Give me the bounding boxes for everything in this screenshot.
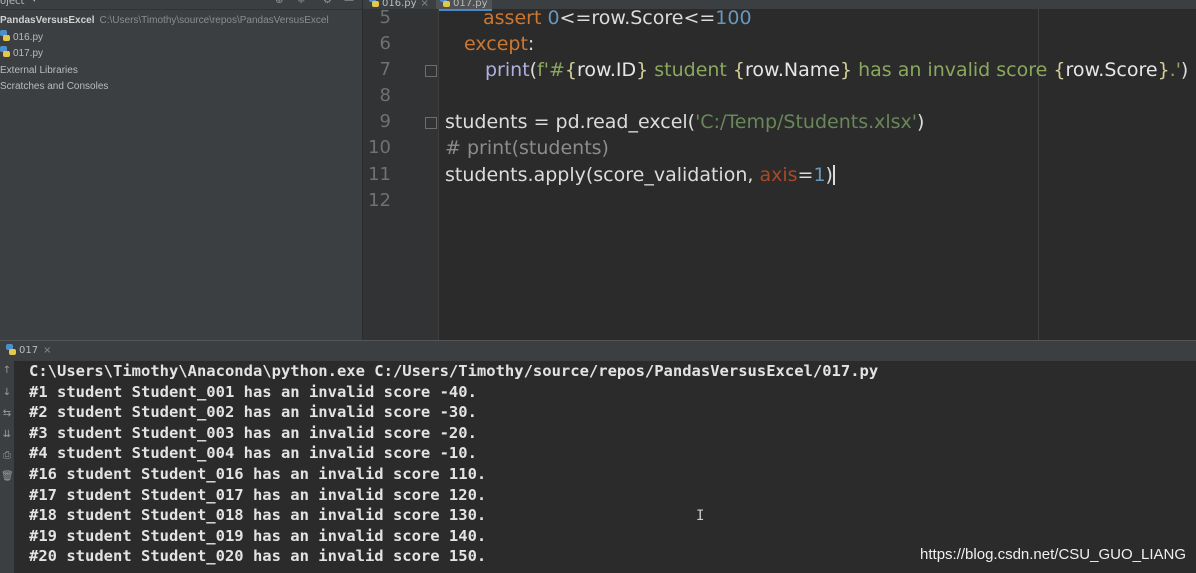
editor: 016.py × 017.py 5 assert 0<=row.Score<=10…	[363, 0, 1196, 340]
code-line-5: 5 assert 0<=row.Score<=100	[363, 5, 1196, 31]
console-line: #1 student Student_001 has an invalid sc…	[29, 382, 477, 401]
project-panel-title[interactable]: oject	[0, 0, 24, 7]
file-label: 016.py	[13, 31, 44, 43]
line-number: 5	[379, 7, 391, 28]
code-line-6: 6 except:	[363, 31, 1196, 57]
external-libraries-label: External Libraries	[0, 64, 78, 76]
line-number: 11	[368, 164, 391, 185]
run-toolbar: ↑ ↓ ⇆ ⇊ ⎙ 🗑	[0, 361, 14, 573]
line-number: 12	[368, 190, 391, 211]
console-line: #16 student Student_016 has an invalid s…	[29, 465, 487, 483]
arrow-down-icon[interactable]: ↓	[1, 387, 13, 398]
gear-icon[interactable]: ⚙	[323, 0, 332, 6]
print-icon[interactable]: ⎙	[1, 450, 13, 461]
console-line: #18 student Student_018 has an invalid s…	[29, 506, 487, 525]
run-tab-label: 017	[19, 345, 39, 356]
python-file-icon	[0, 46, 10, 57]
run-tab[interactable]: 017 ×	[6, 344, 51, 356]
close-icon[interactable]: ×	[43, 345, 51, 356]
chevron-down-icon[interactable]: ▾	[32, 0, 37, 5]
console-line: #3 student Student_003 has an invalid sc…	[29, 423, 477, 442]
run-panel-header: 017 ×	[0, 340, 1196, 362]
python-file-icon	[0, 29, 10, 41]
code-text: students = pd.read_excel('C:/Temp/Studen…	[445, 111, 925, 133]
console-output[interactable]: C:\Users\Timothy\Anaconda\python.exe C:/…	[14, 361, 1196, 573]
project-toolbar: oject ▾ ⊕ ≑ ⚙ —	[0, 0, 362, 10]
tree-file-017[interactable]: 017.py	[0, 46, 362, 63]
project-tree: PandasVersusExcel C:\Users\Timothy\source…	[0, 13, 362, 96]
code-line-9: 9 students = pd.read_excel('C:/Temp/Stud…	[363, 109, 1196, 135]
text-cursor	[832, 165, 835, 185]
code-line-12: 12	[363, 188, 1196, 214]
code-line-7: 7 print(f'#{row.ID} student {row.Name} h…	[363, 57, 1196, 83]
console-line: #4 student Student_004 has an invalid sc…	[29, 444, 477, 463]
console-line: #20 student Student_020 has an invalid s…	[29, 547, 487, 566]
tree-root[interactable]: PandasVersusExcel C:\Users\Timothy\source…	[0, 13, 362, 30]
soft-wrap-icon[interactable]: ⇆	[1, 408, 13, 419]
project-panel: oject ▾ ⊕ ≑ ⚙ — PandasVersusExcel C:\User…	[0, 0, 363, 340]
console-line: C:\Users\Timothy\Anaconda\python.exe C:/…	[29, 362, 879, 380]
tree-file-016[interactable]: 016.py	[0, 29, 362, 47]
target-icon[interactable]: ⊕	[275, 0, 283, 6]
arrow-up-icon[interactable]: ↑	[1, 365, 13, 376]
mouse-ibeam-cursor: I	[696, 508, 705, 524]
line-number: 10	[368, 137, 391, 158]
code-line-11: 11 students.apply(score_validation, axis…	[363, 162, 1196, 188]
fold-icon[interactable]	[425, 117, 437, 129]
fold-icon[interactable]	[425, 65, 437, 77]
trash-icon[interactable]: 🗑	[1, 471, 14, 482]
line-number: 9	[379, 111, 391, 132]
project-root-name: PandasVersusExcel	[0, 15, 95, 26]
code-text: assert 0<=row.Score<=100	[483, 7, 752, 29]
code-line-8: 8	[363, 83, 1196, 109]
file-label: 017.py	[13, 48, 44, 59]
line-number: 7	[379, 59, 391, 80]
project-root-path: C:\Users\Timothy\source\repos\PandasVers…	[99, 15, 329, 26]
console-line: #19 student Student_019 has an invalid s…	[29, 526, 487, 545]
console-line: #17 student Student_017 has an invalid s…	[29, 485, 487, 504]
scroll-to-end-icon[interactable]: ⇊	[1, 429, 13, 440]
tree-external-libraries[interactable]: External Libraries	[0, 63, 362, 80]
python-file-icon	[6, 344, 16, 355]
console-line: #2 student Student_002 has an invalid sc…	[29, 403, 477, 422]
watermark: https://blog.csdn.net/CSU_GUO_LIANG	[920, 546, 1186, 563]
line-number: 8	[379, 85, 391, 106]
line-number: 6	[379, 33, 391, 54]
code-comment: # print(students)	[445, 137, 609, 159]
code-text: except:	[464, 33, 535, 55]
scratches-label: Scratches and Consoles	[0, 81, 109, 92]
collapse-icon[interactable]: ≑	[297, 0, 305, 6]
code-line-10: 10 # print(students)	[363, 135, 1196, 161]
code-text: print(f'#{row.ID} student {row.Name} has…	[485, 59, 1189, 81]
tree-scratches[interactable]: Scratches and Consoles	[0, 79, 362, 96]
minimize-icon[interactable]: —	[344, 0, 354, 6]
code-text: students.apply(score_validation, axis=1)	[445, 164, 835, 186]
